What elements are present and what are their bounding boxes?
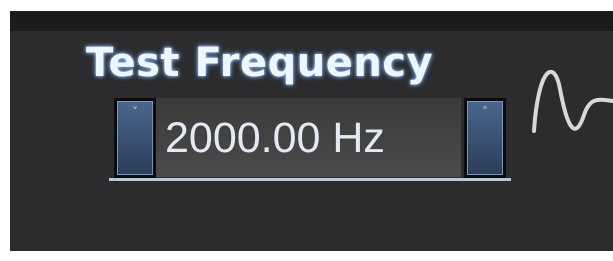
stepper-underline xyxy=(109,178,511,181)
sine-wave-icon[interactable] xyxy=(530,49,613,149)
increment-button[interactable]: ˄ xyxy=(464,98,506,178)
decrement-button[interactable]: ˅ xyxy=(114,98,156,178)
test-frequency-label: Test Frequency xyxy=(86,40,434,86)
panel-top-shade xyxy=(10,11,613,31)
frequency-stepper[interactable]: ˅ 2000.00 Hz ˄ xyxy=(109,98,511,182)
chevron-up-icon: ˄ xyxy=(482,105,488,119)
screenshot-frame: Test Frequency ˅ 2000.00 Hz ˄ xyxy=(0,0,613,261)
frequency-value[interactable]: 2000.00 Hz xyxy=(165,112,385,164)
chevron-down-icon: ˅ xyxy=(132,105,138,119)
test-frequency-panel: Test Frequency ˅ 2000.00 Hz ˄ xyxy=(10,11,613,251)
